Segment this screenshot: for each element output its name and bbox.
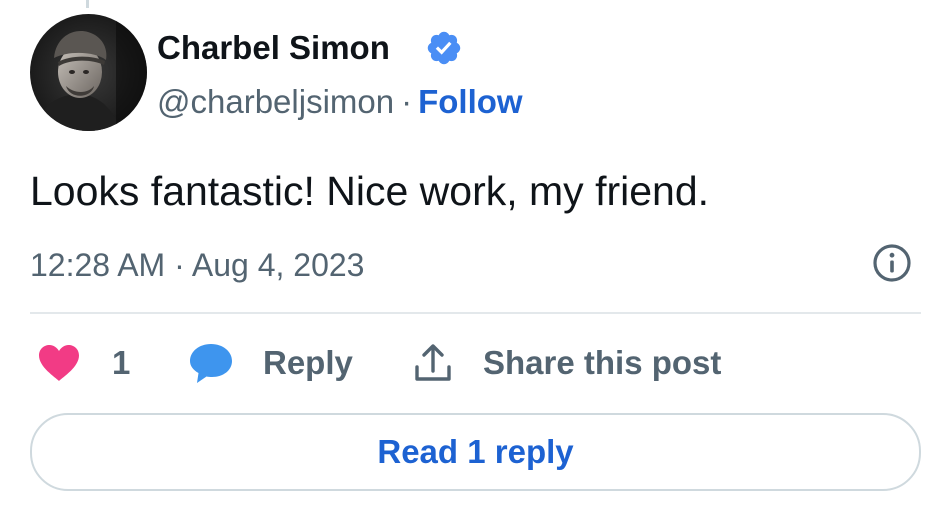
- thread-connector-line: [86, 0, 89, 8]
- share-upload-icon: [415, 344, 451, 381]
- verified-badge-icon: [427, 31, 461, 65]
- post-timestamp[interactable]: 12:28 AM · Aug 4, 2023: [30, 243, 364, 287]
- heart-icon: [39, 345, 79, 381]
- share-button[interactable]: Share this post: [412, 338, 721, 388]
- read-replies-button[interactable]: Read 1 reply: [30, 413, 921, 491]
- speech-bubble-icon: [190, 344, 232, 383]
- share-label: Share this post: [483, 344, 722, 381]
- post-text: Looks fantastic! Nice work, my friend.: [30, 168, 710, 214]
- divider: [30, 312, 921, 314]
- info-icon[interactable]: [871, 242, 913, 284]
- reply-button[interactable]: Reply: [188, 338, 353, 388]
- avatar-image: [30, 14, 147, 131]
- like-count: 1: [112, 344, 131, 381]
- separator-dot: ·: [401, 83, 413, 120]
- author-handle[interactable]: @charbeljsimon: [157, 83, 394, 120]
- like-button[interactable]: 1: [37, 338, 130, 388]
- avatar[interactable]: [30, 14, 147, 131]
- follow-button[interactable]: Follow: [418, 83, 522, 120]
- read-replies-label: Read 1 reply: [377, 433, 574, 470]
- reply-label: Reply: [263, 344, 353, 381]
- author-handle-row: @charbeljsimon · Follow: [157, 80, 523, 124]
- author-display-name[interactable]: Charbel Simon: [157, 26, 390, 70]
